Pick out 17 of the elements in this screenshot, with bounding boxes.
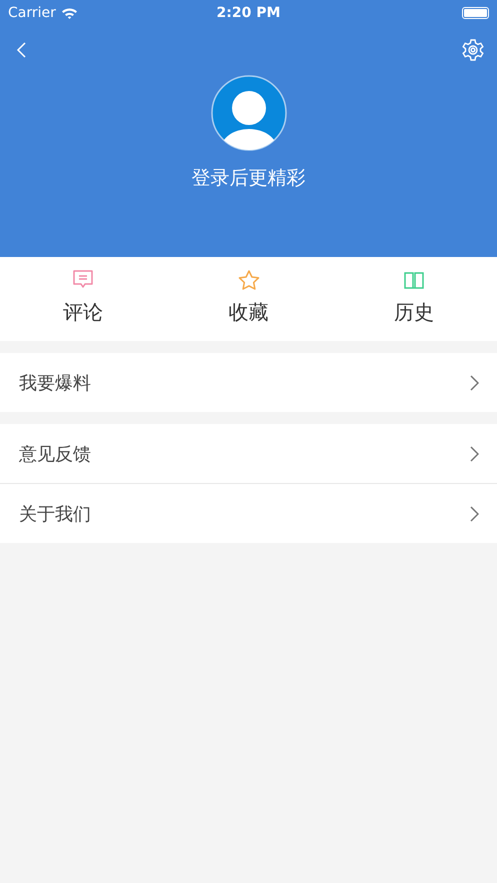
menu-item[interactable]: 意见反馈 bbox=[0, 424, 497, 483]
back-button[interactable] bbox=[16, 41, 27, 59]
battery-icon bbox=[462, 6, 489, 18]
settings-button[interactable] bbox=[461, 38, 485, 62]
menu-item[interactable]: 我要爆料 bbox=[0, 353, 497, 412]
menu-item[interactable]: 关于我们 bbox=[0, 483, 497, 543]
login-prompt[interactable]: 登录后更精彩 bbox=[192, 165, 306, 191]
chevron-icon bbox=[470, 374, 479, 390]
shortcut-tab[interactable]: 收藏 bbox=[166, 257, 332, 341]
carrier-label: Carrier bbox=[8, 4, 56, 20]
chevron-icon bbox=[470, 446, 479, 462]
status-time: 2:20 PM bbox=[216, 4, 280, 20]
shortcut-tab[interactable]: 历史 bbox=[331, 257, 497, 341]
wifi-icon bbox=[60, 6, 78, 18]
chevron-icon bbox=[470, 506, 479, 522]
avatar-icon[interactable] bbox=[210, 75, 286, 151]
shortcut-tab[interactable]: 评论 bbox=[0, 257, 166, 341]
